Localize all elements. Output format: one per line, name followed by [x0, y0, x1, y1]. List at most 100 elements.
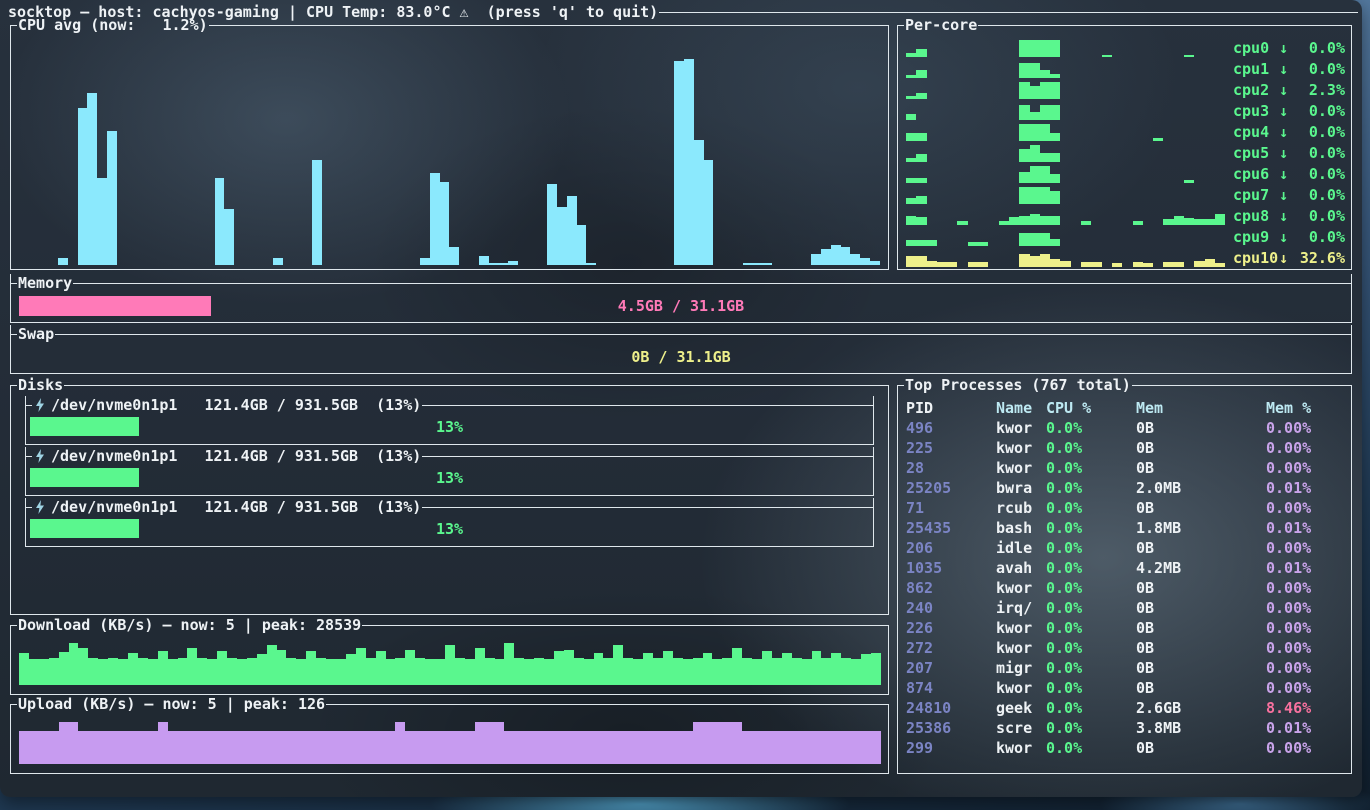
- upload-title: Upload (KB/s) — now: 5 | peak: 126: [17, 694, 326, 714]
- process-cpu: 0.0%: [1046, 698, 1136, 718]
- process-row: 71 rcub 0.0% 0B 0.00%: [906, 498, 1343, 518]
- process-mem: 4.2MB: [1136, 558, 1266, 578]
- desktop-background: { "colors":{ "border":"#dfe7ec","text":"…: [0, 0, 1370, 810]
- process-mem-pct: 0.01%: [1266, 718, 1343, 738]
- core-sparkline: [906, 248, 1225, 267]
- swap-title: Swap: [17, 324, 55, 344]
- core-name: cpu1: [1233, 59, 1279, 79]
- core-row: cpu7↓0.0%: [906, 184, 1345, 205]
- core-sparkline: [906, 59, 1225, 78]
- core-sparkline: [906, 122, 1225, 141]
- core-sparkline: [906, 206, 1225, 225]
- core-percent: 0.0%: [1293, 164, 1345, 184]
- process-mem: 0B: [1136, 738, 1266, 758]
- process-mem-pct: 0.00%: [1266, 498, 1343, 518]
- core-percent: 0.0%: [1293, 185, 1345, 205]
- down-arrow-icon: ↓: [1279, 122, 1293, 142]
- process-cpu: 0.0%: [1046, 498, 1136, 518]
- process-cpu: 0.0%: [1046, 458, 1136, 478]
- process-cpu: 0.0%: [1046, 578, 1136, 598]
- process-row: 874 kwor 0.0% 0B 0.00%: [906, 678, 1343, 698]
- core-row: cpu1↓0.0%: [906, 58, 1345, 79]
- per-core-list: cpu0↓0.0% cpu1↓0.0% cpu2↓2.3% cpu3↓0.0% …: [898, 34, 1351, 268]
- process-pid: 862: [906, 578, 996, 598]
- process-pid: 207: [906, 658, 996, 678]
- process-pid: 272: [906, 638, 996, 658]
- process-mem-pct: 0.00%: [1266, 618, 1343, 638]
- process-cpu: 0.0%: [1046, 418, 1136, 438]
- disk-percent-label: 13%: [30, 416, 869, 442]
- process-mem: 2.6GB: [1136, 698, 1266, 718]
- core-percent: 0.0%: [1293, 122, 1345, 142]
- process-mem: 0B: [1136, 578, 1266, 598]
- core-sparkline: [906, 38, 1225, 57]
- process-pid: 24810: [906, 698, 996, 718]
- process-cpu: 0.0%: [1046, 738, 1136, 758]
- core-row: cpu8↓0.0%: [906, 205, 1345, 226]
- process-name: kwor: [996, 578, 1046, 598]
- process-row: 28 kwor 0.0% 0B 0.00%: [906, 458, 1343, 478]
- process-pid: 71: [906, 498, 996, 518]
- process-mem: 0B: [1136, 598, 1266, 618]
- column-header-cpu: CPU %: [1046, 398, 1136, 418]
- memory-panel: Memory 4.5GB / 31.1GB: [10, 274, 1352, 323]
- process-name: scre: [996, 718, 1046, 738]
- process-mem-pct: 0.00%: [1266, 438, 1343, 458]
- disk-item: /dev/nvme0n1p1 121.4GB / 931.5GB (13%) 1…: [25, 498, 874, 547]
- process-cpu: 0.0%: [1046, 478, 1136, 498]
- process-row: 25386 scre 0.0% 3.8MB 0.01%: [906, 718, 1343, 738]
- process-mem: 0B: [1136, 498, 1266, 518]
- down-arrow-icon: ↓: [1279, 164, 1293, 184]
- core-name: cpu5: [1233, 143, 1279, 163]
- process-name: avah: [996, 558, 1046, 578]
- processes-title: Top Processes (767 total): [904, 375, 1132, 395]
- column-header-name: Name: [996, 398, 1046, 418]
- process-pid: 25386: [906, 718, 996, 738]
- process-name: kwor: [996, 738, 1046, 758]
- core-name: cpu7: [1233, 185, 1279, 205]
- process-mem-pct: 0.00%: [1266, 678, 1343, 698]
- disks-panel: Disks /dev/nvme0n1p1 121.4GB / 931.5GB (…: [10, 385, 889, 615]
- process-mem-pct: 0.01%: [1266, 478, 1343, 498]
- download-title: Download (KB/s) — now: 5 | peak: 28539: [17, 615, 362, 635]
- core-percent: 0.0%: [1293, 101, 1345, 121]
- upload-panel: Upload (KB/s) — now: 5 | peak: 126: [10, 704, 889, 774]
- process-name: idle: [996, 538, 1046, 558]
- core-name: cpu6: [1233, 164, 1279, 184]
- terminal-window[interactable]: socktop — host: cachyos-gaming | CPU Tem…: [0, 0, 1362, 797]
- core-sparkline: [906, 227, 1225, 246]
- process-row: 496 kwor 0.0% 0B 0.00%: [906, 418, 1343, 438]
- process-cpu: 0.0%: [1046, 638, 1136, 658]
- swap-usage-label: 0B / 31.1GB: [19, 345, 1343, 373]
- process-row: 24810 geek 0.0% 2.6GB 8.46%: [906, 698, 1343, 718]
- process-mem-pct: 0.00%: [1266, 738, 1343, 758]
- process-row: 272 kwor 0.0% 0B 0.00%: [906, 638, 1343, 658]
- cpu-avg-sparkline: [19, 41, 880, 265]
- process-name: kwor: [996, 418, 1046, 438]
- process-row: 25205 bwra 0.0% 2.0MB 0.01%: [906, 478, 1343, 498]
- process-name: migr: [996, 658, 1046, 678]
- column-header-pid: PID: [906, 398, 996, 418]
- process-mem-pct: 0.01%: [1266, 558, 1343, 578]
- process-mem-pct: 0.00%: [1266, 578, 1343, 598]
- process-cpu: 0.0%: [1046, 538, 1136, 558]
- process-mem: 0B: [1136, 678, 1266, 698]
- core-row: cpu10↓32.6%: [906, 247, 1345, 268]
- process-mem: 0B: [1136, 538, 1266, 558]
- lightning-bolt-icon: [35, 449, 45, 463]
- process-cpu: 0.0%: [1046, 518, 1136, 538]
- core-name: cpu10: [1233, 248, 1279, 268]
- process-name: kwor: [996, 618, 1046, 638]
- process-pid: 28: [906, 458, 996, 478]
- swap-panel: Swap 0B / 31.1GB: [10, 325, 1352, 374]
- process-row: 299 kwor 0.0% 0B 0.00%: [906, 738, 1343, 758]
- process-row: 226 kwor 0.0% 0B 0.00%: [906, 618, 1343, 638]
- down-arrow-icon: ↓: [1279, 227, 1293, 247]
- process-cpu: 0.0%: [1046, 618, 1136, 638]
- process-row: 206 idle 0.0% 0B 0.00%: [906, 538, 1343, 558]
- per-core-panel: Per-core cpu0↓0.0% cpu1↓0.0% cpu2↓2.3% c…: [897, 25, 1352, 270]
- disk-item: /dev/nvme0n1p1 121.4GB / 931.5GB (13%) 1…: [25, 447, 874, 496]
- process-name: kwor: [996, 438, 1046, 458]
- process-name: kwor: [996, 638, 1046, 658]
- core-name: cpu2: [1233, 80, 1279, 100]
